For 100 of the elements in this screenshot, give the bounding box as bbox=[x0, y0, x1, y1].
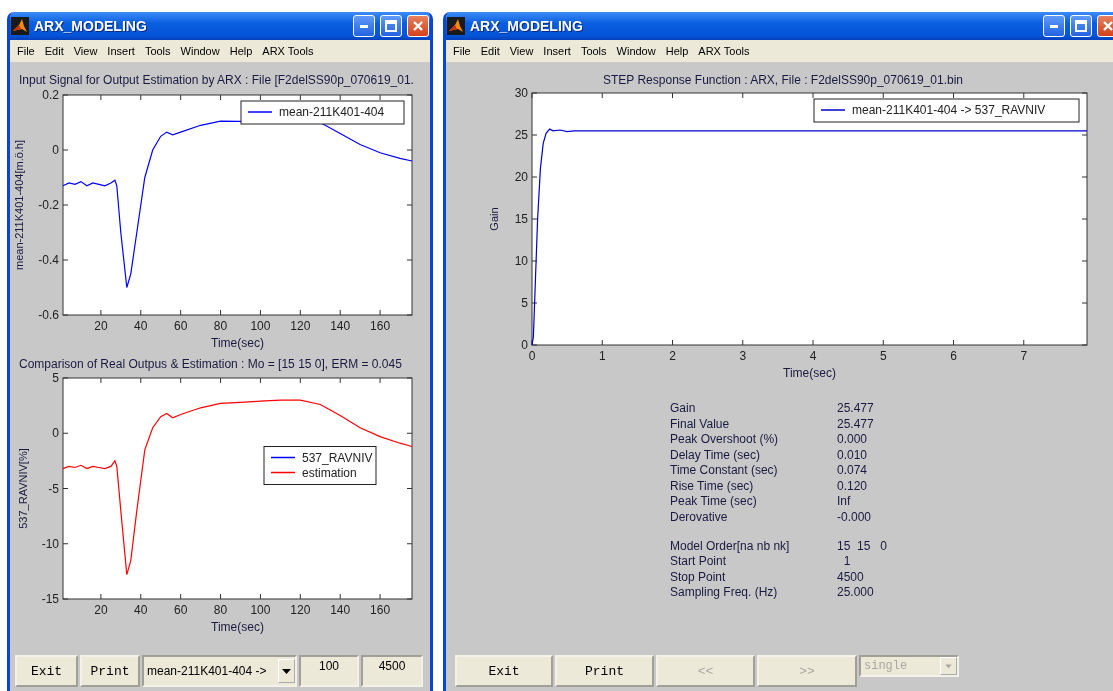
menu-item[interactable]: Window bbox=[611, 45, 661, 57]
tick-label: 100 bbox=[250, 603, 271, 617]
stat-label: Start Point bbox=[670, 554, 728, 568]
tick-label: 120 bbox=[290, 319, 311, 333]
app-icon bbox=[11, 17, 29, 35]
tick-label: 3 bbox=[739, 349, 747, 363]
legend-label: mean-211K401-404 bbox=[279, 105, 385, 119]
tick-label: 25 bbox=[514, 128, 528, 142]
dropdown[interactable]: mean-211K401-404 -> bbox=[142, 655, 297, 687]
stat-value: Inf bbox=[837, 494, 852, 508]
menu-item[interactable]: File bbox=[448, 45, 476, 57]
push-button[interactable]: Print bbox=[80, 655, 140, 687]
menu-item[interactable]: ARX Tools bbox=[693, 45, 755, 57]
menu-item[interactable]: Help bbox=[660, 45, 694, 57]
stat-label: Stop Point bbox=[670, 569, 727, 584]
tick-label: 6 bbox=[950, 349, 957, 363]
tick-label: -10 bbox=[41, 536, 59, 551]
tick-label: 160 bbox=[370, 319, 391, 333]
legend-swatch bbox=[270, 471, 296, 474]
input-field[interactable]: 4500 bbox=[361, 655, 423, 687]
tick-label: 0 bbox=[521, 338, 528, 352]
menu-item[interactable]: View bbox=[68, 45, 103, 57]
tick-label: 120 bbox=[290, 603, 311, 617]
tick-label: 140 bbox=[330, 319, 351, 333]
stat-value: 4500 bbox=[837, 569, 865, 584]
stat-value: 0.000 bbox=[837, 432, 869, 446]
tick-label: 40 bbox=[134, 319, 148, 333]
menu-item[interactable]: Insert bbox=[538, 45, 576, 57]
tick-label: 100 bbox=[250, 319, 271, 333]
stat-value: 0.074 bbox=[837, 463, 869, 477]
stat-value: 25.000 bbox=[837, 585, 875, 599]
stat-label: Gain bbox=[670, 401, 697, 415]
legend-label: 537_RAVNIV bbox=[302, 450, 373, 465]
axis-label: Time(sec) bbox=[211, 620, 264, 634]
stat-value: 0.010 bbox=[837, 447, 869, 462]
maximize-button[interactable] bbox=[1070, 15, 1092, 37]
axis-label: Time(sec) bbox=[783, 366, 836, 380]
window-title: ARX_MODELING bbox=[34, 18, 148, 34]
caret-icon bbox=[278, 659, 295, 683]
stat-label: Derovative bbox=[670, 509, 729, 524]
menu-item[interactable]: Help bbox=[224, 45, 258, 57]
maximize-icon bbox=[385, 20, 397, 32]
tick-label: 2 bbox=[669, 349, 676, 363]
close-icon bbox=[412, 20, 424, 32]
menu-item[interactable]: File bbox=[12, 45, 40, 57]
tick-label: 60 bbox=[174, 603, 188, 617]
stat-value: 15 15 0 bbox=[837, 538, 889, 553]
tick-label: 10 bbox=[514, 254, 528, 268]
axis-label: 537_RAVNIV[%] bbox=[17, 448, 29, 529]
tick-label: 30 bbox=[514, 88, 528, 100]
menu-item[interactable]: ARX Tools bbox=[257, 45, 319, 57]
close-button[interactable] bbox=[1097, 15, 1113, 37]
tick-label: 4 bbox=[809, 349, 817, 363]
push-button[interactable]: Print bbox=[555, 655, 654, 687]
menu-item[interactable]: Tools bbox=[139, 45, 176, 57]
app-icon bbox=[447, 17, 465, 35]
stat-value: 0.120 bbox=[837, 478, 869, 493]
menu-item[interactable]: View bbox=[504, 45, 539, 57]
stat-label: Rise Time (sec) bbox=[670, 478, 755, 493]
menu-item[interactable]: Edit bbox=[39, 45, 69, 57]
stat-value: 25.477 bbox=[837, 401, 875, 415]
menu-item[interactable]: Insert bbox=[102, 45, 140, 57]
tick-label: -0.2 bbox=[38, 198, 59, 212]
menu-item[interactable]: Window bbox=[175, 45, 225, 57]
minimize-icon bbox=[1050, 24, 1058, 28]
minimize-button[interactable] bbox=[1043, 15, 1065, 37]
tick-label: 5 bbox=[879, 349, 887, 363]
tick-label: 15 bbox=[514, 212, 528, 226]
tick-label: 20 bbox=[514, 170, 528, 184]
plot-title: Input Signal for Output Estimation by ARX : File [F2delSS90p_070619_01. bbox=[18, 72, 415, 88]
tick-label: 80 bbox=[213, 319, 228, 333]
input-field[interactable]: 100 bbox=[299, 655, 359, 687]
minimize-icon bbox=[360, 24, 368, 28]
minimize-button[interactable] bbox=[353, 15, 375, 37]
legend-label: estimation bbox=[302, 465, 357, 480]
tick-label: 140 bbox=[330, 603, 351, 617]
tick-label: 0 bbox=[52, 426, 59, 441]
menu-item[interactable]: Tools bbox=[575, 45, 612, 57]
stat-label: Delay Time (sec) bbox=[670, 447, 762, 462]
axis-label: mean-211K401-404[m.ö.h] bbox=[13, 140, 25, 270]
legend-swatch bbox=[270, 456, 296, 459]
tick-label: 160 bbox=[370, 603, 391, 617]
stat-value: -0.000 bbox=[837, 509, 873, 524]
plot-title: Comparison of Real Outpus & Estimation : Mo = [15 15 0], ERM = 0.045 bbox=[18, 356, 403, 372]
close-button[interactable] bbox=[407, 15, 429, 37]
maximize-button[interactable] bbox=[380, 15, 402, 37]
maximize-icon bbox=[1075, 20, 1087, 32]
push-button[interactable]: Exit bbox=[455, 655, 553, 687]
tick-label: 80 bbox=[213, 603, 228, 617]
tick-label: 20 bbox=[94, 603, 108, 617]
plot-title: STEP Response Function : ARX, File : F2delSS90p_070619_01.bin bbox=[603, 72, 963, 88]
tick-label: 0.2 bbox=[42, 88, 59, 102]
stat-label: Peak Overshoot (%) bbox=[670, 432, 780, 446]
push-button[interactable]: Exit bbox=[15, 655, 78, 687]
tick-label: 60 bbox=[174, 319, 188, 333]
menu-item[interactable]: Edit bbox=[475, 45, 505, 57]
stat-label: Model Order[na nb nk] bbox=[670, 538, 791, 553]
axis-label: Time(sec) bbox=[211, 336, 264, 350]
tick-label: 0 bbox=[52, 143, 59, 157]
stat-label: Sampling Freq. (Hz) bbox=[670, 585, 779, 599]
